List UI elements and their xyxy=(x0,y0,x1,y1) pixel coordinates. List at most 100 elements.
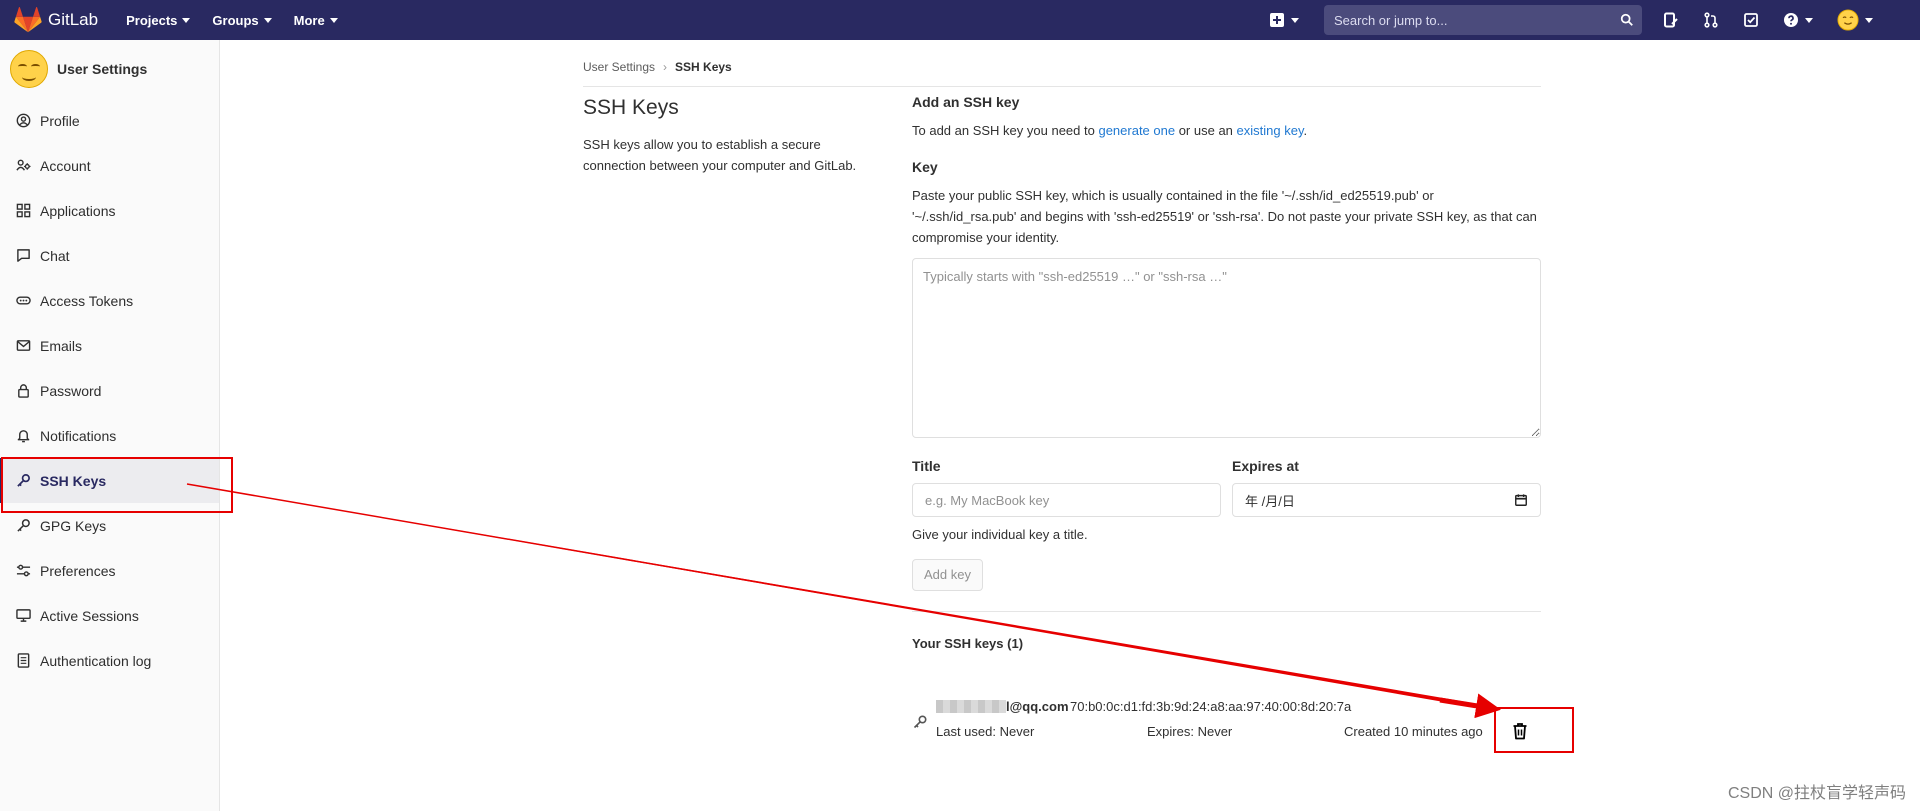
sidebar-item-notifications[interactable]: Notifications xyxy=(0,413,219,458)
divider xyxy=(912,611,1541,612)
menu-more-label: More xyxy=(293,12,325,28)
sidebar-item-applications[interactable]: Applications xyxy=(0,188,219,233)
chevron-down-icon xyxy=(263,17,272,23)
account-icon xyxy=(16,159,31,171)
page-title: SSH Keys xyxy=(583,96,679,119)
mail-icon xyxy=(16,340,31,351)
intro-column: SSH Keys SSH keys allow you to establish… xyxy=(583,96,883,176)
key-description: Paste your public SSH key, which is usua… xyxy=(912,188,1537,245)
todos-button[interactable] xyxy=(1740,9,1762,31)
merge-requests-button[interactable] xyxy=(1700,9,1722,31)
chat-icon xyxy=(17,249,30,262)
generate-one-link[interactable]: generate one xyxy=(1098,123,1175,138)
key-last-used: Last used: Never xyxy=(936,724,1035,739)
sidebar-nav: Profile Account Applications Chat Access… xyxy=(0,98,219,683)
add-ssh-key-form: Add an SSH key To add an SSH key you nee… xyxy=(912,94,1541,651)
key-icon xyxy=(913,715,927,729)
key-title-email[interactable]: l@qq.com xyxy=(1006,699,1069,714)
sidebar-item-label: Authentication log xyxy=(40,652,152,669)
sidebar-item-gpg-keys[interactable]: GPG Keys xyxy=(0,503,219,548)
add-key-actions: Add key xyxy=(912,559,1541,591)
date-value: 年 /月/日 xyxy=(1245,493,1295,509)
merge-request-icon xyxy=(1704,12,1718,28)
new-dropdown-button[interactable] xyxy=(1266,9,1302,31)
watermark: CSDN @拄杖盲学轻声码 xyxy=(1727,785,1906,802)
brand-name: GitLab xyxy=(48,10,99,29)
gitlab-logo[interactable]: GitLab xyxy=(14,7,98,33)
todo-icon xyxy=(1744,13,1758,27)
plus-square-icon xyxy=(1270,13,1284,27)
search-icon xyxy=(1620,13,1633,26)
sidebar-item-password[interactable]: Password xyxy=(0,368,219,413)
avatar xyxy=(1837,9,1859,31)
title-help-text: Give your individual key a title. xyxy=(912,527,1088,542)
profile-icon xyxy=(16,113,31,128)
sidebar-item-label: Active Sessions xyxy=(40,607,139,624)
sidebar-item-label: Emails xyxy=(40,337,83,354)
sidebar-item-label: Preferences xyxy=(40,562,116,579)
help-dropdown[interactable] xyxy=(1780,9,1816,31)
ssh-keys-list-heading: Your SSH keys (1) xyxy=(912,636,1024,651)
key-created: Created 10 minutes ago xyxy=(1344,724,1483,739)
chevron-down-icon xyxy=(1291,17,1299,23)
sidebar-item-access-tokens[interactable]: Access Tokens xyxy=(0,278,219,323)
settings-sidebar: User Settings Profile Account Applicatio… xyxy=(0,40,220,811)
nav-right xyxy=(1266,0,1920,40)
calendar-icon[interactable] xyxy=(1514,493,1528,507)
existing-key-link[interactable]: existing key xyxy=(1237,123,1304,138)
expires-date-input[interactable]: 年 /月/日 xyxy=(1232,483,1541,517)
sidebar-item-profile[interactable]: Profile xyxy=(0,98,219,143)
breadcrumb-ssh-keys[interactable]: SSH Keys xyxy=(675,60,732,74)
title-expiry-row: Title Expires at 年 /月/日 xyxy=(912,458,1541,517)
sliders-icon xyxy=(16,564,31,577)
menu-projects-label: Projects xyxy=(126,12,178,28)
sidebar-header[interactable]: User Settings xyxy=(0,40,219,98)
menu-groups[interactable]: Groups xyxy=(212,12,272,28)
applications-icon xyxy=(16,203,31,218)
key-label: Key xyxy=(912,159,938,175)
redacted-email-block xyxy=(936,700,1006,713)
sidebar-item-label: Password xyxy=(40,382,102,399)
title-input[interactable] xyxy=(912,483,1221,517)
sidebar-item-authentication-log[interactable]: Authentication log xyxy=(0,638,219,683)
chevron-down-icon xyxy=(1805,17,1813,23)
sidebar-item-emails[interactable]: Emails xyxy=(0,323,219,368)
user-menu[interactable] xyxy=(1834,9,1876,31)
sidebar-item-chat[interactable]: Chat xyxy=(0,233,219,278)
issues-button[interactable] xyxy=(1660,9,1682,31)
breadcrumb-separator-icon: › xyxy=(663,60,668,74)
sidebar-title: User Settings xyxy=(57,61,148,77)
expires-label: Expires at xyxy=(1232,458,1299,474)
gitlab-tanuki-icon xyxy=(14,7,42,33)
sidebar-item-label: SSH Keys xyxy=(40,472,107,489)
sidebar-item-preferences[interactable]: Preferences xyxy=(0,548,219,593)
breadcrumb-user-settings[interactable]: User Settings xyxy=(583,60,655,74)
add-key-heading: Add an SSH key xyxy=(912,94,1020,110)
key-expires: Expires: Never xyxy=(1147,724,1233,739)
menu-more[interactable]: More xyxy=(294,13,338,28)
help-text: . xyxy=(1303,123,1308,138)
token-icon xyxy=(16,296,31,305)
avatar xyxy=(10,50,48,88)
ssh-key-row[interactable]: l@qq.com 70:b0:0c:d1:fd:3b:9d:24:a8:aa:9… xyxy=(912,696,1541,746)
sidebar-item-account[interactable]: Account xyxy=(0,143,219,188)
log-icon xyxy=(17,653,30,668)
search-input[interactable] xyxy=(1332,11,1596,29)
trash-icon[interactable] xyxy=(1512,722,1528,740)
menu-projects[interactable]: Projects xyxy=(126,12,191,28)
menu-groups-label: Groups xyxy=(212,12,259,28)
chevron-down-icon xyxy=(329,17,338,23)
sidebar-item-label: Account xyxy=(40,157,91,174)
sidebar-item-active-sessions[interactable]: Active Sessions xyxy=(0,593,219,638)
help-text: or use an xyxy=(1175,123,1237,138)
key-icon xyxy=(17,519,30,532)
add-key-button[interactable]: Add key xyxy=(912,559,983,591)
help-text: To add an SSH key you need to xyxy=(912,123,1099,138)
issues-icon xyxy=(1664,12,1678,28)
top-navbar: GitLab Projects Groups More xyxy=(0,0,1920,40)
key-textarea[interactable] xyxy=(912,258,1541,438)
sidebar-item-ssh-keys[interactable]: SSH Keys xyxy=(0,458,219,503)
search-box[interactable] xyxy=(1324,5,1642,35)
sidebar-item-label: Profile xyxy=(40,112,80,129)
chevron-down-icon xyxy=(182,17,191,23)
